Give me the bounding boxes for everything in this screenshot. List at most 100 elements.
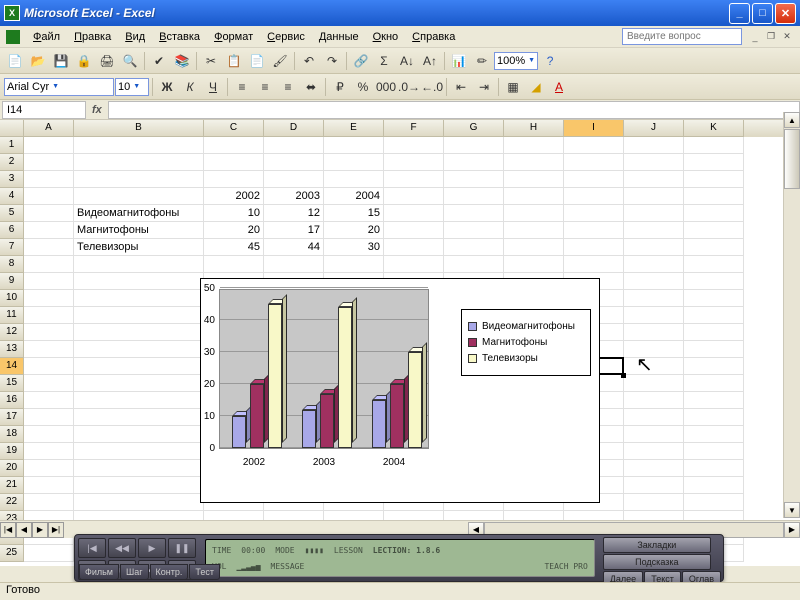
player-tab-film[interactable]: Фильм — [79, 564, 119, 580]
player-hint-button[interactable]: Подсказка — [603, 554, 711, 570]
row-header-7[interactable]: 7 — [0, 239, 24, 256]
cell-D7[interactable]: 44 — [264, 239, 324, 256]
paste-button[interactable]: 📄 — [246, 50, 268, 72]
cell-E7[interactable]: 30 — [324, 239, 384, 256]
cell-D4[interactable]: 2003 — [264, 188, 324, 205]
row-header-11[interactable]: 11 — [0, 307, 24, 324]
format-painter-button[interactable]: 🖌 — [269, 50, 291, 72]
row-header-10[interactable]: 10 — [0, 290, 24, 307]
close-button[interactable]: ✕ — [775, 3, 796, 24]
fx-icon[interactable]: fx — [92, 104, 102, 116]
menu-окно[interactable]: Окно — [366, 29, 406, 45]
menu-формат[interactable]: Формат — [207, 29, 260, 45]
row-header-9[interactable]: 9 — [0, 273, 24, 290]
cell-E4[interactable]: 2004 — [324, 188, 384, 205]
col-header-F[interactable]: F — [384, 120, 444, 137]
borders-button[interactable]: ▦ — [502, 76, 524, 98]
font-size-combo[interactable]: 10▼ — [115, 78, 149, 96]
decrease-decimal-button[interactable]: ←.0 — [421, 76, 443, 98]
scroll-up-button[interactable]: ▲ — [784, 112, 800, 128]
cell-C6[interactable]: 20 — [204, 222, 264, 239]
menu-вид[interactable]: Вид — [118, 29, 152, 45]
scroll-down-button[interactable]: ▼ — [784, 502, 800, 518]
percent-button[interactable]: % — [352, 76, 374, 98]
col-header-B[interactable]: B — [74, 120, 204, 137]
col-header-I[interactable]: I — [564, 120, 624, 137]
tab-prev-button[interactable]: ◀ — [16, 522, 32, 538]
save-button[interactable]: 💾 — [50, 50, 72, 72]
fill-color-button[interactable]: ◢ — [525, 76, 547, 98]
print-preview-button[interactable]: 🔍 — [119, 50, 141, 72]
hscroll-right-button[interactable]: ▶ — [784, 522, 800, 538]
cut-button[interactable]: ✂ — [200, 50, 222, 72]
row-header-16[interactable]: 16 — [0, 392, 24, 409]
doc-minimize-button[interactable]: _ — [748, 30, 762, 44]
row-header-22[interactable]: 22 — [0, 494, 24, 511]
font-color-button[interactable]: A — [548, 76, 570, 98]
player-prev-chapter-button[interactable]: |◀ — [78, 538, 106, 558]
col-header-A[interactable]: A — [24, 120, 74, 137]
col-header-G[interactable]: G — [444, 120, 504, 137]
minimize-button[interactable]: _ — [729, 3, 750, 24]
align-right-button[interactable]: ≡ — [277, 76, 299, 98]
player-tab-step[interactable]: Шаг — [120, 564, 149, 580]
row-header-14[interactable]: 14 — [0, 358, 24, 375]
row-header-20[interactable]: 20 — [0, 460, 24, 477]
print-button[interactable]: 🖨 — [96, 50, 118, 72]
hyperlink-button[interactable]: 🔗 — [350, 50, 372, 72]
new-button[interactable]: 📄 — [4, 50, 26, 72]
menu-правка[interactable]: Правка — [67, 29, 118, 45]
redo-button[interactable]: ↷ — [321, 50, 343, 72]
cell-C7[interactable]: 45 — [204, 239, 264, 256]
align-center-button[interactable]: ≡ — [254, 76, 276, 98]
increase-indent-button[interactable]: ⇥ — [473, 76, 495, 98]
menu-данные[interactable]: Данные — [312, 29, 366, 45]
col-header-H[interactable]: H — [504, 120, 564, 137]
sort-desc-button[interactable]: A↑ — [419, 50, 441, 72]
cell-C5[interactable]: 10 — [204, 205, 264, 222]
player-rewind-button[interactable]: ◀◀ — [108, 538, 136, 558]
cell-B5[interactable]: Видеомагнитофоны — [74, 205, 204, 222]
doc-icon[interactable] — [6, 30, 20, 44]
menu-файл[interactable]: Файл — [26, 29, 67, 45]
maximize-button[interactable]: □ — [752, 3, 773, 24]
spellcheck-button[interactable]: ✔ — [148, 50, 170, 72]
row-header-13[interactable]: 13 — [0, 341, 24, 358]
menu-справка[interactable]: Справка — [405, 29, 462, 45]
comma-button[interactable]: 000 — [375, 76, 397, 98]
chart-wizard-button[interactable]: 📊 — [448, 50, 470, 72]
row-header-5[interactable]: 5 — [0, 205, 24, 222]
font-name-combo[interactable]: Arial Cyr▼ — [4, 78, 114, 96]
row-header-3[interactable]: 3 — [0, 171, 24, 188]
embedded-chart[interactable]: ВидеомагнитофоныМагнитофоныТелевизоры 01… — [200, 278, 600, 503]
scroll-thumb[interactable] — [784, 129, 800, 189]
undo-button[interactable]: ↶ — [298, 50, 320, 72]
col-header-C[interactable]: C — [204, 120, 264, 137]
name-box[interactable]: I14 — [2, 101, 86, 119]
currency-button[interactable]: ₽ — [329, 76, 351, 98]
select-all-corner[interactable] — [0, 120, 24, 137]
copy-button[interactable]: 📋 — [223, 50, 245, 72]
tab-last-button[interactable]: ▶| — [48, 522, 64, 538]
increase-decimal-button[interactable]: .0→ — [398, 76, 420, 98]
sort-asc-button[interactable]: A↓ — [396, 50, 418, 72]
row-header-15[interactable]: 15 — [0, 375, 24, 392]
row-header-12[interactable]: 12 — [0, 324, 24, 341]
underline-button[interactable]: Ч — [202, 76, 224, 98]
cell-D5[interactable]: 12 — [264, 205, 324, 222]
row-header-2[interactable]: 2 — [0, 154, 24, 171]
row-header-4[interactable]: 4 — [0, 188, 24, 205]
row-header-25[interactable]: 25 — [0, 545, 24, 562]
player-tab-test[interactable]: Тест — [189, 564, 220, 580]
zoom-combo[interactable]: 100%▼ — [494, 52, 538, 70]
col-header-J[interactable]: J — [624, 120, 684, 137]
row-header-1[interactable]: 1 — [0, 137, 24, 154]
doc-close-button[interactable]: ✕ — [780, 30, 794, 44]
cell-B6[interactable]: Магнитофоны — [74, 222, 204, 239]
merge-center-button[interactable]: ⬌ — [300, 76, 322, 98]
help-button[interactable]: ? — [539, 50, 561, 72]
cell-D6[interactable]: 17 — [264, 222, 324, 239]
row-header-17[interactable]: 17 — [0, 409, 24, 426]
cell-E6[interactable]: 20 — [324, 222, 384, 239]
drawing-button[interactable]: ✏ — [471, 50, 493, 72]
